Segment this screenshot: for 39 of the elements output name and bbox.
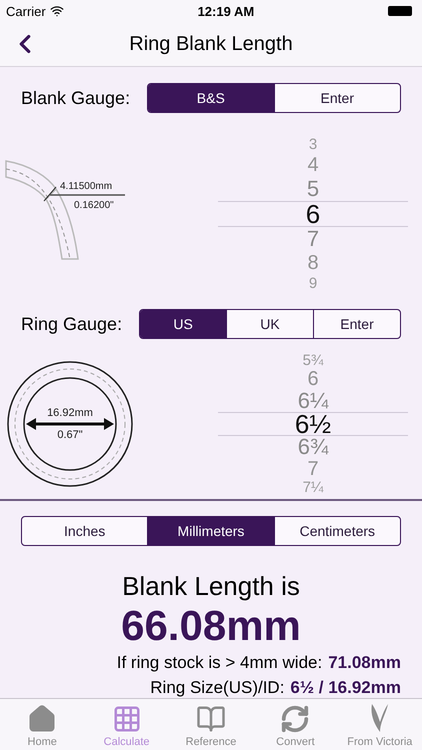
tab-bar-item[interactable]: Convert	[253, 699, 338, 750]
clock-text: 12:19 AM	[198, 4, 254, 18]
segment-button[interactable]: Millimeters	[147, 517, 274, 545]
segment-button[interactable]: Inches	[22, 517, 148, 545]
picker-value[interactable]: 6	[307, 368, 319, 390]
refresh-icon	[280, 704, 310, 734]
book-icon	[196, 704, 226, 734]
ring-gauge-label: Ring Gauge:	[21, 314, 122, 334]
picker-value[interactable]: 5¾	[302, 352, 324, 369]
home-icon	[27, 704, 58, 734]
segment-button[interactable]: UK	[226, 310, 314, 338]
battery-icon	[388, 6, 412, 16]
detail-label: Ring Size(US)/ID:	[150, 677, 284, 700]
blank-cross-section-drawing: 4.11500mm 0.16200"	[0, 149, 130, 279]
detail-value: 71.08mm	[328, 652, 401, 674]
picker-value[interactable]: 7	[307, 458, 319, 480]
picker-value[interactable]: 4	[307, 154, 319, 176]
detail-label: If ring stock is > 4mm wide:	[116, 652, 322, 674]
wifi-icon	[50, 4, 64, 18]
nav-title: Ring Blank Length	[128, 32, 294, 56]
segment-button[interactable]: Centimeters	[274, 517, 400, 545]
result-value: 66.08mm	[121, 602, 301, 650]
segment-button[interactable]: B&S	[148, 84, 274, 112]
segment-button[interactable]: US	[140, 310, 226, 338]
blank-gauge-label: Blank Gauge:	[21, 88, 130, 108]
picker-value[interactable]: 8	[307, 252, 319, 274]
segment-button[interactable]: Enter	[274, 84, 400, 112]
carrier-text: Carrier	[6, 4, 46, 18]
segment-button[interactable]: Enter	[313, 310, 400, 338]
picker-value[interactable]: 3	[308, 136, 318, 154]
grid-icon	[112, 704, 142, 734]
tab-bar-item[interactable]: From Victoria	[338, 699, 422, 750]
detail-value: 6½ / 16.92mm	[290, 677, 401, 700]
tab-bar-item[interactable]: Reference	[168, 699, 254, 750]
tab-bar-item[interactable]: Home	[0, 699, 84, 750]
result-heading: Blank Length is	[122, 571, 300, 602]
picker-value[interactable]: 7¼	[302, 479, 324, 496]
tab-bar-item[interactable]: Calculate	[84, 699, 169, 750]
picker-value[interactable]: 9	[308, 274, 318, 292]
